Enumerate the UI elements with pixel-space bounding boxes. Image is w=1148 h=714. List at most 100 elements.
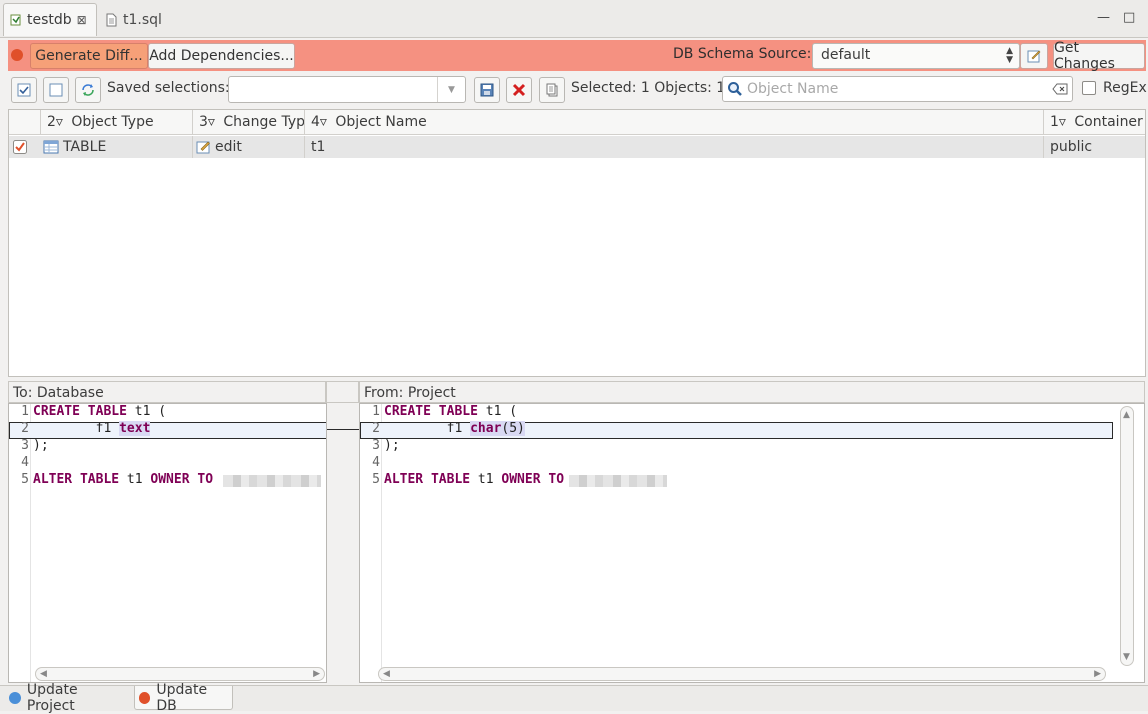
redacted-owner [223,475,321,487]
column-label: Container [1074,114,1143,130]
cell-container: public [1050,139,1093,155]
generate-diff-button[interactable]: Generate Diff... [30,43,148,69]
diff-toolbar: Generate Diff... Add Dependencies... DB … [8,40,1146,72]
sql-keyword: ALTER TABLE [384,472,471,487]
sql-text: t1 ( [126,404,167,419]
cell-change-type: edit [193,136,305,158]
changed-type-token: text [119,421,151,436]
left-pane-title: To: Database [8,381,326,403]
code-line: ALTER TABLE t1 OWNER TO [384,472,564,487]
edit-source-button[interactable] [1020,43,1048,69]
line-number: 1 [21,404,29,419]
check-all-icon [17,83,31,97]
scroll-right-icon[interactable]: ▶ [1094,669,1101,679]
horizontal-scrollbar[interactable]: ◀ ▶ [35,667,325,681]
code-line: CREATE TABLE t1 ( [33,404,166,419]
sql-keyword: ALTER TABLE [33,472,120,487]
column-label: Object Type [71,114,154,130]
sql-text: f1 [384,421,471,436]
invert-selection-button[interactable] [75,77,101,103]
column-header-object-name[interactable]: 4▿ Object Name [305,110,1044,135]
tab-update-db[interactable]: Update DB [134,682,233,714]
updown-arrow-icon: ▲ ▼ [1006,46,1013,65]
column-header-container[interactable]: 1▿ Container [1044,110,1145,135]
right-pane-title: From: Project [359,381,1145,403]
redacted-owner [569,475,667,487]
objects-count: Objects: 1 [654,80,726,96]
selection-status: Selected: 1 Objects: 1 [571,80,725,96]
close-icon[interactable]: ⊠ [77,13,87,27]
row-checkbox-cell[interactable] [9,136,41,158]
tab-label: testdb [27,12,72,28]
update-db-icon [11,49,23,61]
regex-checkbox[interactable] [1082,81,1096,95]
line-number: 4 [372,455,380,470]
column-header-change-type[interactable]: 3▿ Change Type [193,110,305,135]
line-number: 3 [372,438,380,453]
sort-indicator: 4▿ [311,114,327,130]
scroll-up-icon[interactable]: ▲ [1123,410,1130,420]
schema-source-label: DB Schema Source: [673,46,812,62]
scroll-right-icon[interactable]: ▶ [313,669,320,679]
cell-object-type: TABLE [41,136,193,158]
scroll-down-icon[interactable]: ▼ [1123,652,1130,662]
copy-button[interactable] [539,77,565,103]
scroll-left-icon[interactable]: ◀ [383,669,390,679]
save-selection-button[interactable] [474,77,500,103]
code-line: f1 char(5) [384,421,525,436]
line-number: 5 [372,472,380,487]
uncheck-all-icon [49,83,63,97]
sql-text: f1 [33,421,120,436]
column-header-object-type[interactable]: 2▿ Object Type [41,110,193,135]
left-code-editor[interactable]: 1 2 3 4 5 CREATE TABLE t1 ( f1 text ); A… [8,403,327,683]
table-row[interactable]: TABLE edit t1 public [9,136,1145,158]
saved-selections-label: Saved selections: [107,80,230,96]
tab-t1-sql[interactable]: t1.sql [100,3,170,36]
maximize-button[interactable]: □ [1123,10,1135,25]
scroll-left-icon[interactable]: ◀ [40,669,47,679]
editor-tab-bar [0,0,1148,38]
sql-text: t1 [119,472,151,487]
update-project-icon [9,692,21,704]
tab-update-project[interactable]: Update Project [5,682,133,714]
deselect-all-button[interactable] [43,77,69,103]
horizontal-scrollbar[interactable]: ◀ ▶ [378,667,1106,681]
code-line: ); [384,438,400,453]
copy-icon [546,83,558,97]
tab-testdb[interactable]: testdb ⊠ [3,3,97,36]
diff-connector-header [326,381,359,403]
code-line: ); [33,438,49,453]
sql-text: t1 [470,472,502,487]
add-dependencies-button[interactable]: Add Dependencies... [148,43,295,69]
sql-keyword: OWNER TO [150,472,214,487]
minimize-button[interactable]: — [1097,10,1110,25]
diff-connector [327,403,359,683]
table-header: 2▿ Object Type 3▿ Change Type 4▿ Object … [9,110,1145,135]
select-all-button[interactable] [11,77,37,103]
change-type-text: edit [215,139,242,155]
object-name-search[interactable]: Object Name [722,76,1073,102]
clear-icon [1052,83,1068,95]
tab-label: t1.sql [123,11,162,28]
sql-text: t1 ( [477,404,518,419]
code-line: CREATE TABLE t1 ( [384,404,517,419]
edit-icon [1027,50,1041,63]
check-column-header [9,110,41,135]
file-icon [106,13,118,27]
right-code-editor[interactable]: 1 2 3 4 5 CREATE TABLE t1 ( f1 char(5) )… [359,403,1145,683]
line-number: 5 [21,472,29,487]
sort-indicator: 1▿ [1050,114,1066,130]
chevron-down-icon[interactable]: ▼ [437,77,465,102]
cell-object-name: t1 [305,136,1044,158]
table-icon [43,140,59,154]
schema-source-select[interactable]: default ▲ ▼ [812,43,1020,69]
column-label: Change Type [223,114,305,130]
delete-selection-button[interactable] [506,77,532,103]
changed-args-token: (5) [501,421,525,436]
tab-label: Update Project [26,682,78,714]
vertical-scrollbar[interactable]: ▲ ▼ [1120,406,1134,666]
saved-selections-combo[interactable]: ▼ [228,76,466,103]
get-changes-button[interactable]: Get Changes [1053,40,1145,72]
diff-connector-line [327,429,359,430]
refresh-icon [82,84,94,96]
